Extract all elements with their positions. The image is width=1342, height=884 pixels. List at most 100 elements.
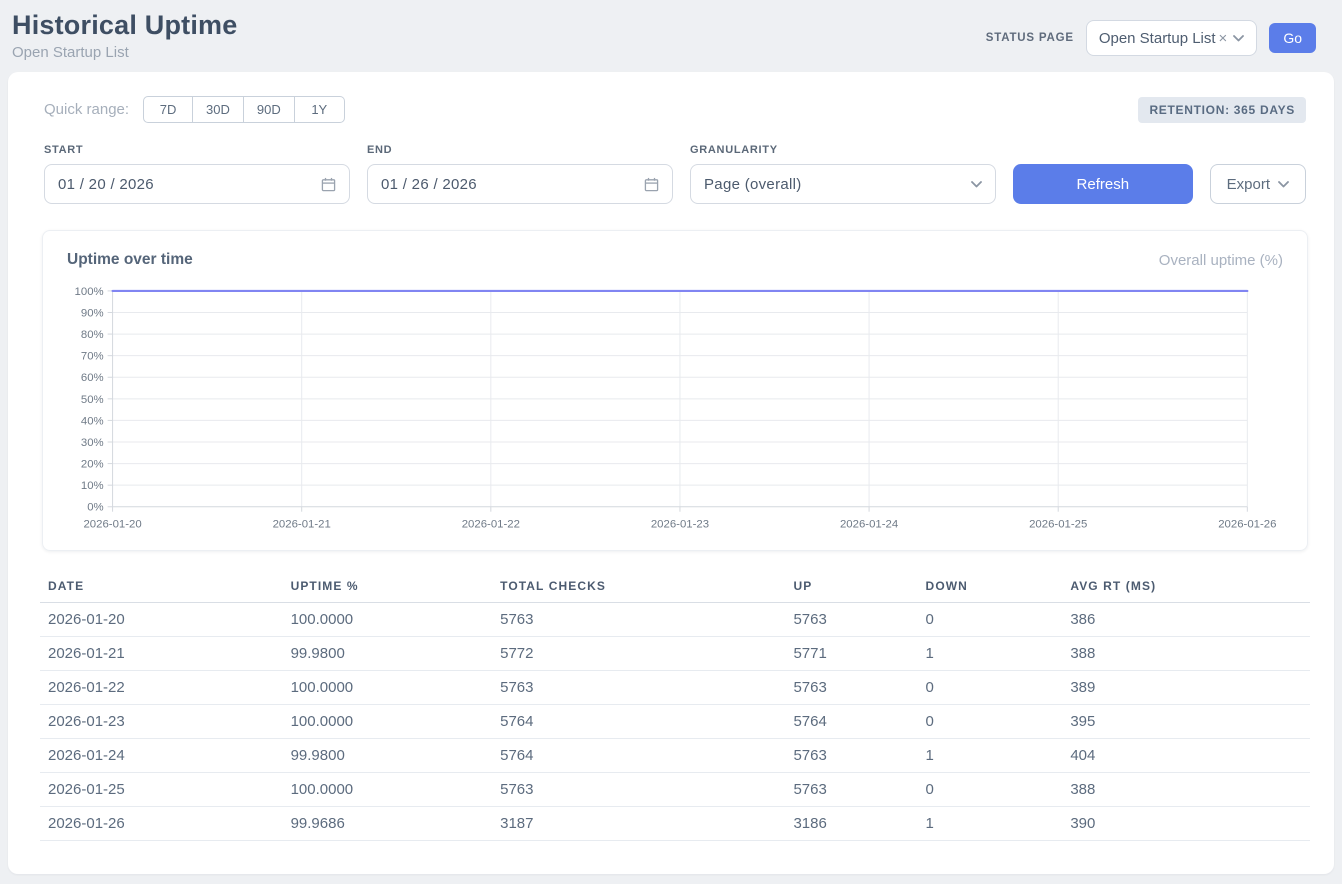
svg-text:50%: 50%: [81, 394, 104, 406]
table-cell: 5763: [785, 671, 917, 705]
column-header: UPTIME %: [283, 573, 493, 603]
page-subtitle: Open Startup List: [12, 44, 237, 61]
table-cell: 390: [1062, 807, 1310, 841]
table-cell: 5772: [492, 637, 785, 671]
end-date-value: 01 / 26 / 2026: [381, 176, 477, 193]
chart-title: Uptime over time: [67, 251, 193, 269]
quick-range-button-90d[interactable]: 90D: [244, 96, 295, 123]
chart-header: Uptime over time Overall uptime (%): [67, 251, 1283, 281]
table-cell: 2026-01-23: [40, 705, 283, 739]
svg-text:0%: 0%: [87, 502, 103, 514]
table-cell: 5771: [785, 637, 917, 671]
retention-badge: RETENTION: 365 DAYS: [1138, 97, 1306, 123]
title-block: Historical Uptime Open Startup List: [12, 10, 237, 61]
table-cell: 5763: [785, 603, 917, 637]
table-row: 2026-01-23100.0000576457640395: [40, 705, 1310, 739]
chevron-down-icon: [971, 181, 982, 188]
column-header: UP: [785, 573, 917, 603]
quick-range-button-30d[interactable]: 30D: [193, 96, 244, 123]
table-cell: 5764: [785, 705, 917, 739]
calendar-icon[interactable]: [644, 177, 659, 192]
export-button-label: Export: [1227, 176, 1270, 193]
start-date-value: 01 / 20 / 2026: [58, 176, 154, 193]
uptime-chart-card: Uptime over time Overall uptime (%) 0% 10…: [42, 230, 1308, 551]
svg-text:2026-01-24: 2026-01-24: [840, 519, 898, 531]
table-cell: 395: [1062, 705, 1310, 739]
granularity-select[interactable]: Page (overall): [690, 164, 996, 204]
table-cell: 5763: [785, 773, 917, 807]
end-date-label: END: [367, 144, 673, 156]
table-row: 2026-01-25100.0000576357630388: [40, 773, 1310, 807]
chevron-down-icon: [1233, 35, 1244, 42]
table-cell: 5763: [785, 739, 917, 773]
table-row: 2026-01-22100.0000576357630389: [40, 671, 1310, 705]
table-row: 2026-01-20100.0000576357630386: [40, 603, 1310, 637]
table-body: 2026-01-20100.00005763576303862026-01-21…: [40, 603, 1310, 841]
filter-fields-row: START 01 / 20 / 2026 END 01 / 26 / 2026: [44, 144, 1306, 204]
quick-range-button-group: 7D30D90D1Y: [143, 96, 345, 123]
table-cell: 0: [918, 603, 1063, 637]
table-cell: 0: [918, 671, 1063, 705]
svg-text:2026-01-22: 2026-01-22: [462, 519, 520, 531]
granularity-group: GRANULARITY Page (overall): [690, 144, 996, 204]
export-button[interactable]: Export: [1210, 164, 1306, 204]
svg-text:2026-01-21: 2026-01-21: [273, 519, 331, 531]
column-header: DATE: [40, 573, 283, 603]
table-cell: 1: [918, 739, 1063, 773]
table-cell: 2026-01-20: [40, 603, 283, 637]
column-header: AVG RT (MS): [1062, 573, 1310, 603]
quick-range-button-7d[interactable]: 7D: [143, 96, 193, 123]
table-cell: 1: [918, 637, 1063, 671]
start-date-label: START: [44, 144, 350, 156]
table-row: 2026-01-2199.9800577257711388: [40, 637, 1310, 671]
table-cell: 2026-01-21: [40, 637, 283, 671]
table-cell: 2026-01-25: [40, 773, 283, 807]
table-cell: 5764: [492, 739, 785, 773]
table-cell: 388: [1062, 637, 1310, 671]
svg-text:2026-01-26: 2026-01-26: [1218, 519, 1276, 531]
table-row: 2026-01-2699.9686318731861390: [40, 807, 1310, 841]
quick-range-row: Quick range: 7D30D90D1Y RETENTION: 365 D…: [44, 96, 1306, 123]
status-page-select[interactable]: Open Startup List ×: [1086, 20, 1258, 56]
svg-text:90%: 90%: [81, 307, 104, 319]
refresh-button[interactable]: Refresh: [1013, 164, 1193, 204]
clear-selection-icon[interactable]: ×: [1219, 30, 1228, 47]
table-cell: 388: [1062, 773, 1310, 807]
go-button[interactable]: Go: [1269, 23, 1316, 53]
table-cell: 99.9686: [283, 807, 493, 841]
end-date-input[interactable]: 01 / 26 / 2026: [367, 164, 673, 204]
page-title: Historical Uptime: [12, 10, 237, 41]
svg-text:80%: 80%: [81, 329, 104, 341]
quick-range-label: Quick range:: [44, 101, 129, 118]
table-cell: 99.9800: [283, 637, 493, 671]
header-right: STATUS PAGE Open Startup List × Go: [986, 20, 1316, 56]
table-cell: 0: [918, 773, 1063, 807]
svg-text:100%: 100%: [75, 286, 104, 298]
svg-text:2026-01-23: 2026-01-23: [651, 519, 709, 531]
svg-text:70%: 70%: [81, 351, 104, 363]
calendar-icon[interactable]: [321, 177, 336, 192]
end-date-group: END 01 / 26 / 2026: [367, 144, 673, 204]
table-cell: 100.0000: [283, 603, 493, 637]
table-cell: 100.0000: [283, 671, 493, 705]
table-cell: 5763: [492, 773, 785, 807]
start-date-input[interactable]: 01 / 20 / 2026: [44, 164, 350, 204]
svg-text:30%: 30%: [81, 437, 104, 449]
table-cell: 100.0000: [283, 705, 493, 739]
table-cell: 5764: [492, 705, 785, 739]
table-cell: 2026-01-24: [40, 739, 283, 773]
table-cell: 404: [1062, 739, 1310, 773]
uptime-line-chart[interactable]: 0%10%20%30%40%50%60%70%80%90%100%2026-01…: [67, 281, 1283, 536]
table-cell: 2026-01-22: [40, 671, 283, 705]
column-header: DOWN: [918, 573, 1063, 603]
granularity-selected-value: Page (overall): [704, 176, 802, 193]
svg-text:2026-01-20: 2026-01-20: [83, 519, 141, 531]
quick-range-button-1y[interactable]: 1Y: [295, 96, 345, 123]
start-date-group: START 01 / 20 / 2026: [44, 144, 350, 204]
table-cell: 5763: [492, 603, 785, 637]
table-header: DATEUPTIME %TOTAL CHECKSUPDOWNAVG RT (MS…: [40, 573, 1310, 603]
main-card: Quick range: 7D30D90D1Y RETENTION: 365 D…: [8, 72, 1334, 874]
table-cell: 100.0000: [283, 773, 493, 807]
svg-text:40%: 40%: [81, 415, 104, 427]
table-cell: 0: [918, 705, 1063, 739]
